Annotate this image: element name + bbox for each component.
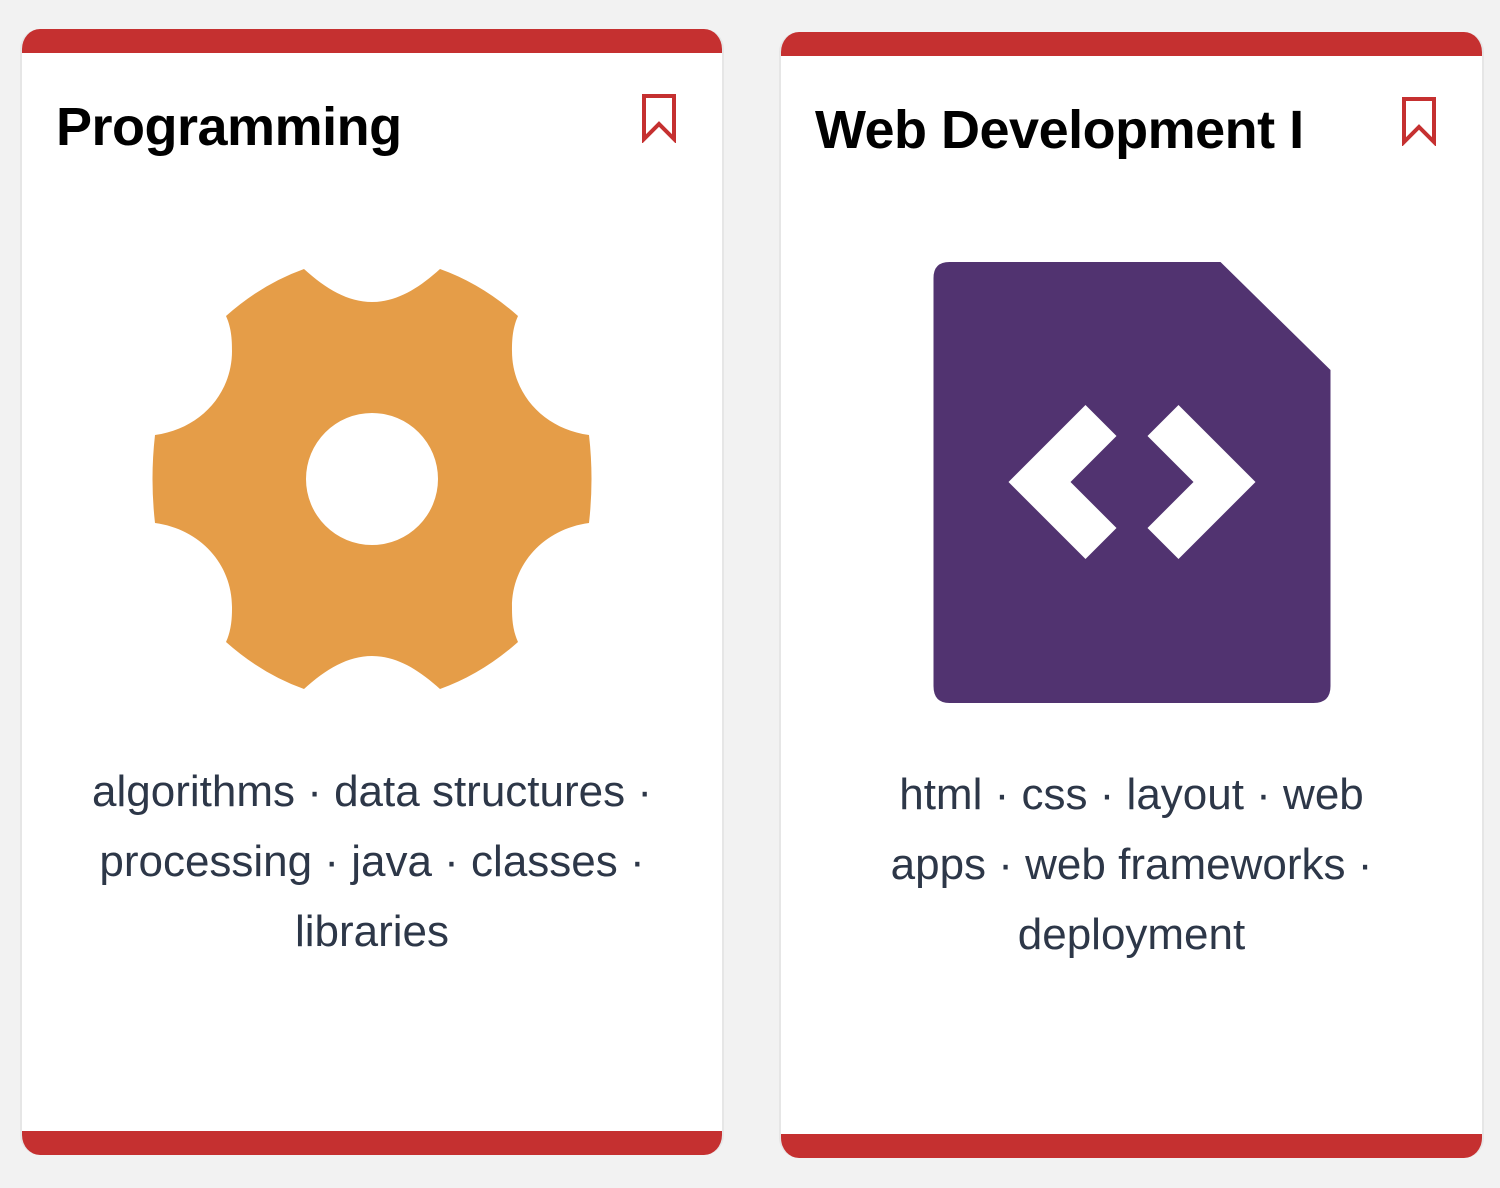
course-card-programming[interactable]: Programming algorithms · data structures… (20, 29, 724, 1155)
bookmark-icon[interactable] (1400, 96, 1438, 146)
course-card-web-development[interactable]: Web Development I html · css · layout · … (779, 32, 1484, 1158)
card-title: Programming (56, 97, 402, 157)
card-bottom-accent-bar (781, 1134, 1482, 1158)
card-top-accent-bar (22, 29, 722, 53)
bookmark-icon[interactable] (640, 93, 678, 143)
card-title: Web Development I (815, 100, 1304, 160)
card-top-accent-bar (781, 32, 1482, 56)
code-file-icon (933, 262, 1330, 703)
card-bottom-accent-bar (22, 1131, 722, 1155)
card-tags: algorithms · data structures · processin… (92, 767, 652, 956)
gear-icon (152, 269, 592, 689)
card-tags: html · css · layout · web apps · web fra… (890, 770, 1373, 959)
